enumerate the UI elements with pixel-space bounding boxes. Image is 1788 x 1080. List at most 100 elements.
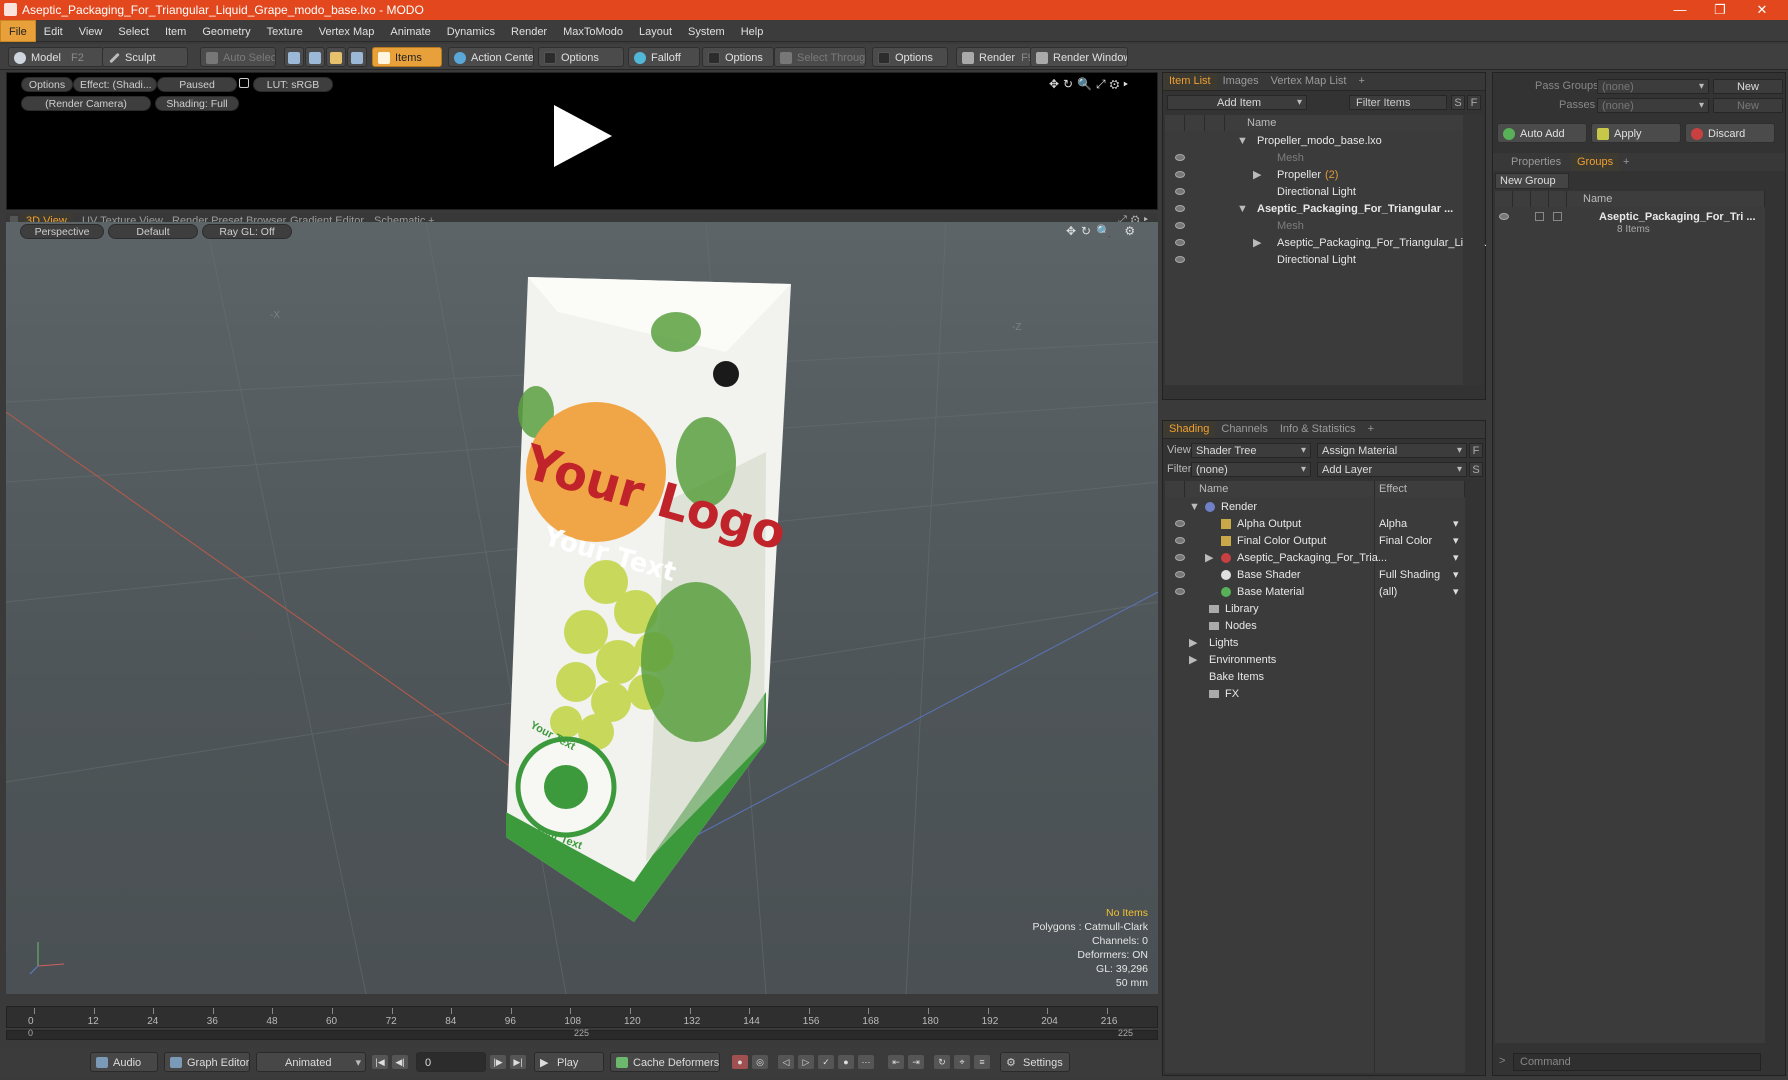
auto-key-icon[interactable]: ◎: [752, 1055, 768, 1069]
shader-effect[interactable]: (all): [1379, 584, 1397, 600]
visibility-column-header[interactable]: [1165, 481, 1185, 497]
lock-icon[interactable]: [239, 78, 249, 88]
eye-icon[interactable]: [1175, 205, 1185, 212]
render-button[interactable]: RenderF9: [956, 47, 1032, 67]
visibility-column-header[interactable]: [1495, 191, 1513, 207]
menu-help[interactable]: Help: [733, 21, 772, 43]
effect-column-header[interactable]: Effect: [1375, 481, 1465, 497]
falloff-options-button[interactable]: Options: [702, 47, 774, 67]
preview-camera-dropdown[interactable]: (Render Camera): [21, 96, 151, 111]
menu-texture[interactable]: Texture: [259, 21, 311, 43]
add-item-dropdown[interactable]: Add Item: [1167, 95, 1307, 110]
viewport-nav-controls[interactable]: ✥↻🔍 ⚙: [1066, 224, 1140, 238]
key-prev-icon[interactable]: ◁: [778, 1055, 794, 1069]
render-column-header[interactable]: [1205, 115, 1225, 131]
eye-icon[interactable]: [1175, 239, 1185, 246]
audio-button[interactable]: Audio: [90, 1052, 158, 1072]
menu-maxtomodo[interactable]: MaxToModo: [555, 21, 631, 43]
tab-shading[interactable]: Shading: [1163, 421, 1216, 438]
lock-toggle-icon[interactable]: [1535, 212, 1544, 221]
shader-row-base-material[interactable]: Base Material (all) ▾: [1165, 584, 1465, 600]
eye-icon[interactable]: [1499, 213, 1509, 220]
tab-groups[interactable]: Groups: [1571, 153, 1620, 171]
tab-info-statistics[interactable]: Info & Statistics: [1274, 421, 1362, 438]
shading-f-button[interactable]: F: [1469, 443, 1483, 458]
tree-row-aseptic-scene[interactable]: ▼ Aseptic_Packaging_For_Triangular ...: [1165, 201, 1465, 217]
preview-paused-button[interactable]: Paused: [157, 77, 237, 92]
lock-column-header[interactable]: [1531, 191, 1549, 207]
record-key-icon[interactable]: ●: [732, 1055, 748, 1069]
sculpt-mode-button[interactable]: Sculpt: [102, 47, 188, 67]
cache-deformers-button[interactable]: Cache Deformers: [610, 1052, 720, 1072]
step-back-icon[interactable]: ⇤: [888, 1055, 904, 1069]
menu-geometry[interactable]: Geometry: [194, 21, 258, 43]
menu-file[interactable]: File: [0, 20, 36, 42]
menu-edit[interactable]: Edit: [36, 21, 71, 43]
chevron-down-icon[interactable]: ▾: [1453, 533, 1459, 549]
menu-select[interactable]: Select: [110, 21, 157, 43]
shader-effect[interactable]: Alpha: [1379, 516, 1407, 532]
materials-mode-button[interactable]: [347, 47, 367, 67]
auto-add-button[interactable]: Auto Add: [1497, 123, 1587, 143]
shader-effect[interactable]: Full Shading: [1379, 567, 1440, 583]
chevron-down-icon[interactable]: ▾: [1453, 516, 1459, 532]
preview-options-button[interactable]: Options: [21, 77, 73, 92]
shader-row-fx[interactable]: FX: [1165, 686, 1465, 702]
action-center-button[interactable]: Action Center: [448, 47, 534, 67]
pass-groups-dropdown[interactable]: (none): [1597, 79, 1709, 94]
shader-name-column-header[interactable]: Name: [1185, 481, 1375, 497]
expand-arrow-icon[interactable]: ▶: [1189, 652, 1197, 668]
filter-s-button[interactable]: S: [1451, 95, 1465, 110]
shader-row-bake-items[interactable]: Bake Items: [1165, 669, 1465, 685]
shader-row-nodes[interactable]: Nodes: [1165, 618, 1465, 634]
settings-button[interactable]: ⚙ Settings: [1000, 1052, 1070, 1072]
animated-dropdown[interactable]: Animated ▾: [256, 1052, 366, 1072]
layers-icon[interactable]: ≡: [974, 1055, 990, 1069]
prev-key-button[interactable]: ◀|: [392, 1055, 408, 1069]
group-row[interactable]: Aseptic_Packaging_For_Tri ... 8 Items: [1495, 209, 1765, 239]
preview-effect-dropdown[interactable]: Effect: (Shadi...: [73, 77, 157, 92]
shader-row-library[interactable]: Library: [1165, 601, 1465, 617]
minimize-button[interactable]: —: [1660, 0, 1700, 20]
group-name-column-header[interactable]: Name: [1567, 191, 1765, 207]
shader-row-aseptic-material[interactable]: ▶ Aseptic_Packaging_For_Tria... ▾: [1165, 550, 1465, 566]
menu-dynamics[interactable]: Dynamics: [439, 21, 503, 43]
items-mode-button[interactable]: Items: [372, 47, 442, 67]
tree-row-mesh[interactable]: Mesh: [1165, 150, 1465, 166]
shader-row-alpha-output[interactable]: Alpha Output Alpha ▾: [1165, 516, 1465, 532]
loop-icon[interactable]: ↻: [934, 1055, 950, 1069]
preview-lut-dropdown[interactable]: LUT: sRGB: [253, 77, 333, 92]
edges-mode-button[interactable]: [305, 47, 325, 67]
vertices-mode-button[interactable]: [284, 47, 304, 67]
expand-arrow-icon[interactable]: ▶: [1205, 550, 1213, 566]
3d-viewport[interactable]: Perspective Default Ray GL: Off ✥↻🔍 ⚙ -X…: [6, 222, 1158, 994]
command-input[interactable]: Command: [1513, 1053, 1761, 1071]
expand-arrow-icon[interactable]: ▶: [1189, 635, 1197, 651]
tree-row-propeller[interactable]: ▶ Propeller (2): [1165, 167, 1465, 183]
new-pass-button[interactable]: New: [1713, 98, 1783, 113]
expand-arrow-icon[interactable]: ▶: [1253, 167, 1261, 183]
name-column-header[interactable]: Name: [1225, 115, 1465, 131]
render-window-button[interactable]: Render Window: [1030, 47, 1128, 67]
key-next-icon[interactable]: ▷: [798, 1055, 814, 1069]
discard-button[interactable]: Discard: [1685, 123, 1775, 143]
eye-icon[interactable]: [1175, 154, 1185, 161]
new-pass-group-button[interactable]: New: [1713, 79, 1783, 94]
filter-f-button[interactable]: F: [1467, 95, 1481, 110]
tab-images[interactable]: Images: [1217, 73, 1265, 90]
tab-properties[interactable]: Properties: [1505, 153, 1567, 171]
timeline[interactable]: 0 12 24 36 48 60 72 84 96 108 120 132 144 156 168 180 19…: [6, 1002, 1158, 1042]
menu-animate[interactable]: Animate: [382, 21, 438, 43]
visibility-column-header[interactable]: [1165, 115, 1185, 131]
snap-icon[interactable]: ⌖: [954, 1055, 970, 1069]
tree-row-propeller-scene[interactable]: ▼ Propeller_modo_base.lxo: [1165, 133, 1465, 149]
menu-view[interactable]: View: [71, 21, 111, 43]
go-end-button[interactable]: ▶|: [510, 1055, 526, 1069]
auto-select-button[interactable]: Auto Select: [200, 47, 276, 67]
select-through-button[interactable]: Select Through: [774, 47, 866, 67]
expand-arrow-icon[interactable]: ▼: [1189, 499, 1200, 515]
select-column-header[interactable]: [1549, 191, 1567, 207]
view-projection-dropdown[interactable]: Perspective: [20, 224, 104, 239]
passes-dropdown[interactable]: (none): [1597, 98, 1709, 113]
shader-row-environments[interactable]: ▶ Environments: [1165, 652, 1465, 668]
